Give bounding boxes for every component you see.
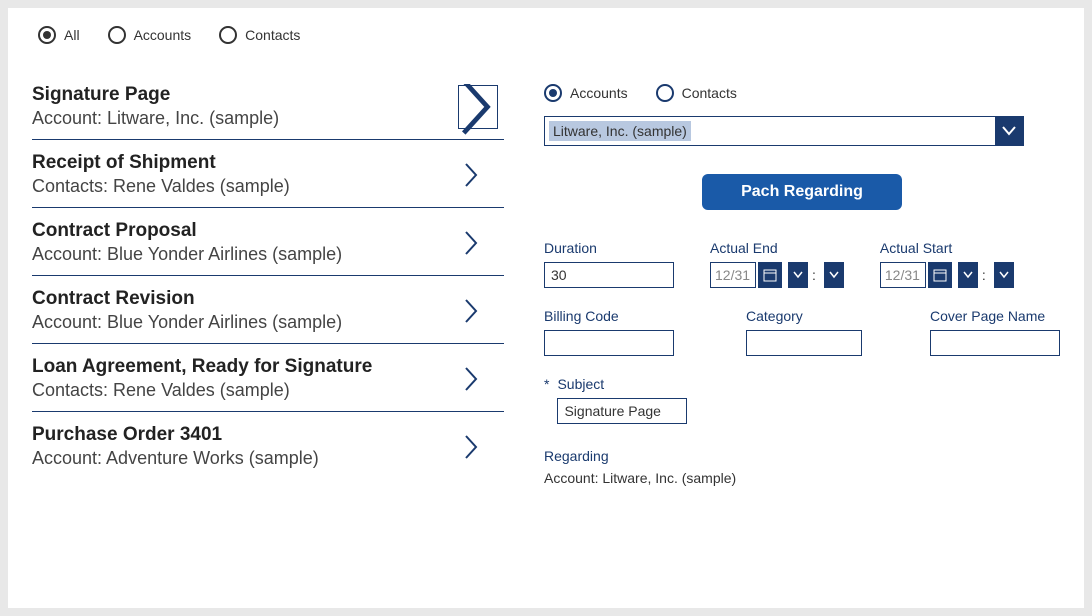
app-container: All Accounts Contacts Signature Page Acc… bbox=[8, 8, 1084, 608]
radio-icon bbox=[108, 26, 126, 44]
chevron-down-icon bbox=[793, 271, 803, 279]
actual-end-date-input[interactable] bbox=[710, 262, 756, 288]
list-item[interactable]: Loan Agreement, Ready for Signature Cont… bbox=[32, 344, 504, 412]
duration-input[interactable] bbox=[544, 262, 674, 288]
field-category: Category bbox=[746, 308, 862, 356]
detail-filter-accounts[interactable]: Accounts bbox=[544, 84, 628, 102]
list-item-text: Loan Agreement, Ready for Signature Cont… bbox=[32, 356, 372, 401]
item-title: Contract Revision bbox=[32, 288, 342, 310]
detail-filter-contacts[interactable]: Contacts bbox=[656, 84, 737, 102]
radio-icon bbox=[38, 26, 56, 44]
detail-filter-contacts-label: Contacts bbox=[682, 85, 737, 101]
combo-selected-value: Litware, Inc. (sample) bbox=[549, 121, 691, 141]
item-sub: Account: Litware, Inc. (sample) bbox=[32, 108, 279, 129]
time-colon: : bbox=[810, 267, 818, 283]
item-sub: Contacts: Rene Valdes (sample) bbox=[32, 176, 290, 197]
filter-contacts-label: Contacts bbox=[245, 27, 300, 43]
list-item[interactable]: Signature Page Account: Litware, Inc. (s… bbox=[32, 84, 504, 140]
detail-filter-accounts-label: Accounts bbox=[570, 85, 628, 101]
top-filter-bar: All Accounts Contacts bbox=[32, 26, 1084, 44]
time-min-dropdown[interactable] bbox=[824, 262, 844, 288]
combo-dropdown-button[interactable] bbox=[995, 117, 1023, 145]
regarding-row: Regarding Account: Litware, Inc. (sample… bbox=[544, 448, 1060, 486]
item-title: Loan Agreement, Ready for Signature bbox=[32, 356, 372, 378]
list-item-text: Contract Revision Account: Blue Yonder A… bbox=[32, 288, 342, 333]
actual-start-group: : bbox=[880, 262, 1014, 288]
item-title: Contract Proposal bbox=[32, 220, 342, 242]
actual-start-date-input[interactable] bbox=[880, 262, 926, 288]
list-item[interactable]: Contract Proposal Account: Blue Yonder A… bbox=[32, 208, 504, 276]
field-cover-page-name: Cover Page Name bbox=[930, 308, 1060, 356]
chevron-right-icon bbox=[464, 230, 480, 256]
list-item[interactable]: Purchase Order 3401 Account: Adventure W… bbox=[32, 412, 504, 479]
field-duration: Duration bbox=[544, 240, 674, 288]
calendar-icon[interactable] bbox=[928, 262, 952, 288]
required-indicator: * bbox=[544, 376, 549, 392]
field-label: Duration bbox=[544, 240, 674, 256]
actual-end-group: : bbox=[710, 262, 844, 288]
field-label: Actual Start bbox=[880, 240, 1014, 256]
detail-panel: Accounts Contacts Litware, Inc. (sample)… bbox=[544, 84, 1084, 608]
item-sub: Account: Adventure Works (sample) bbox=[32, 448, 319, 469]
detail-button[interactable] bbox=[458, 85, 498, 129]
field-label: Billing Code bbox=[544, 308, 674, 324]
item-sub: Account: Blue Yonder Airlines (sample) bbox=[32, 312, 342, 333]
filter-accounts-label: Accounts bbox=[134, 27, 192, 43]
radio-icon bbox=[544, 84, 562, 102]
time-hour-dropdown[interactable] bbox=[958, 262, 978, 288]
field-billing-code: Billing Code bbox=[544, 308, 674, 356]
chevron-right-icon bbox=[464, 162, 480, 188]
filter-contacts[interactable]: Contacts bbox=[219, 26, 300, 44]
field-label: Cover Page Name bbox=[930, 308, 1060, 324]
subject-input[interactable] bbox=[557, 398, 687, 424]
field-label: Subject bbox=[557, 376, 687, 392]
time-hour-dropdown[interactable] bbox=[788, 262, 808, 288]
list-item[interactable]: Contract Revision Account: Blue Yonder A… bbox=[32, 276, 504, 344]
fields-row-2: Billing Code Category Cover Page Name bbox=[544, 308, 1060, 356]
category-input[interactable] bbox=[746, 330, 862, 356]
record-list: Signature Page Account: Litware, Inc. (s… bbox=[32, 84, 504, 608]
calendar-icon[interactable] bbox=[758, 262, 782, 288]
filter-all[interactable]: All bbox=[38, 26, 80, 44]
item-title: Purchase Order 3401 bbox=[32, 424, 319, 446]
field-actual-start: Actual Start : bbox=[880, 240, 1014, 288]
list-item-text: Signature Page Account: Litware, Inc. (s… bbox=[32, 84, 279, 129]
filter-all-label: All bbox=[64, 27, 80, 43]
item-sub: Contacts: Rene Valdes (sample) bbox=[32, 380, 372, 401]
regarding-value: Account: Litware, Inc. (sample) bbox=[544, 470, 1060, 486]
lookup-combo[interactable]: Litware, Inc. (sample) bbox=[544, 116, 1024, 146]
list-item-text: Receipt of Shipment Contacts: Rene Valde… bbox=[32, 152, 290, 197]
radio-icon bbox=[219, 26, 237, 44]
chevron-right-icon bbox=[464, 434, 480, 460]
chevron-down-icon bbox=[963, 271, 973, 279]
filter-accounts[interactable]: Accounts bbox=[108, 26, 192, 44]
detail-filter-bar: Accounts Contacts bbox=[544, 84, 1060, 102]
chevron-right-icon bbox=[464, 298, 480, 324]
time-colon: : bbox=[980, 267, 988, 283]
chevron-right-icon bbox=[459, 84, 497, 137]
cover-page-name-input[interactable] bbox=[930, 330, 1060, 356]
patch-regarding-button[interactable]: Pach Regarding bbox=[702, 174, 902, 210]
list-item-text: Purchase Order 3401 Account: Adventure W… bbox=[32, 424, 319, 469]
field-actual-end: Actual End : bbox=[710, 240, 844, 288]
chevron-right-icon bbox=[464, 366, 480, 392]
item-sub: Account: Blue Yonder Airlines (sample) bbox=[32, 244, 342, 265]
chevron-down-icon bbox=[1002, 126, 1016, 136]
main-area: Signature Page Account: Litware, Inc. (s… bbox=[32, 84, 1084, 608]
radio-icon bbox=[656, 84, 674, 102]
item-title: Signature Page bbox=[32, 84, 279, 106]
list-item[interactable]: Receipt of Shipment Contacts: Rene Valde… bbox=[32, 140, 504, 208]
subject-row: * Subject bbox=[544, 376, 1060, 424]
chevron-down-icon bbox=[829, 271, 839, 279]
field-label: Category bbox=[746, 308, 862, 324]
item-title: Receipt of Shipment bbox=[32, 152, 290, 174]
chevron-down-icon bbox=[999, 271, 1009, 279]
field-subject: Subject bbox=[557, 376, 687, 424]
fields-row-1: Duration Actual End : bbox=[544, 240, 1060, 288]
regarding-label: Regarding bbox=[544, 448, 1060, 464]
list-item-text: Contract Proposal Account: Blue Yonder A… bbox=[32, 220, 342, 265]
billing-code-input[interactable] bbox=[544, 330, 674, 356]
field-label: Actual End bbox=[710, 240, 844, 256]
time-min-dropdown[interactable] bbox=[994, 262, 1014, 288]
